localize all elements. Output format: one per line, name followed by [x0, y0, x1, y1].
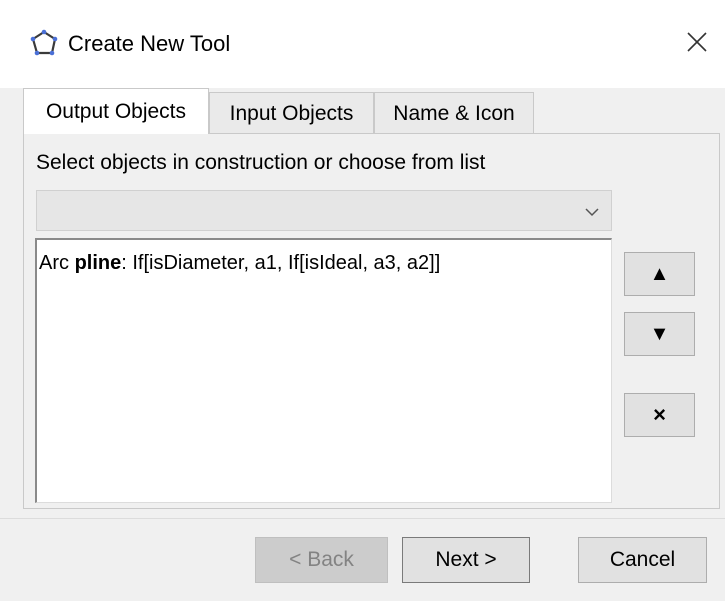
- move-down-button[interactable]: ▼: [624, 312, 695, 356]
- tab-name-and-icon[interactable]: Name & Icon: [374, 92, 534, 134]
- dialog-content: Output Objects Input Objects Name & Icon…: [0, 88, 725, 601]
- window-title: Create New Tool: [68, 31, 231, 56]
- close-icon: [687, 32, 707, 52]
- output-objects-panel: Select objects in construction or choose…: [23, 133, 720, 509]
- next-button[interactable]: Next >: [402, 537, 530, 583]
- object-name: pline: [74, 252, 122, 274]
- list-item[interactable]: Arc pline: If[isDiameter, a1, If[isIdeal…: [39, 251, 440, 275]
- close-button[interactable]: [677, 22, 717, 62]
- remove-button[interactable]: ×: [624, 393, 695, 437]
- move-up-button[interactable]: ▲: [624, 252, 695, 296]
- back-button[interactable]: < Back: [255, 537, 388, 583]
- tab-input-objects[interactable]: Input Objects: [209, 92, 374, 134]
- cancel-button[interactable]: Cancel: [578, 537, 707, 583]
- footer-divider: [0, 518, 725, 519]
- tool-polygon-icon: [30, 29, 58, 56]
- instruction-label: Select objects in construction or choose…: [36, 151, 486, 174]
- object-select-dropdown[interactable]: [36, 190, 612, 231]
- chevron-down-icon: [585, 208, 599, 217]
- create-new-tool-dialog: Create New Tool Output Objects Input Obj…: [0, 0, 725, 601]
- output-objects-list[interactable]: Arc pline: If[isDiameter, a1, If[isIdeal…: [35, 238, 612, 503]
- title-bar: Create New Tool: [0, 0, 725, 88]
- tab-output-objects[interactable]: Output Objects: [23, 88, 209, 134]
- object-type: Arc: [39, 252, 75, 274]
- object-definition: : If[isDiameter, a1, If[isIdeal, a3, a2]…: [121, 252, 441, 274]
